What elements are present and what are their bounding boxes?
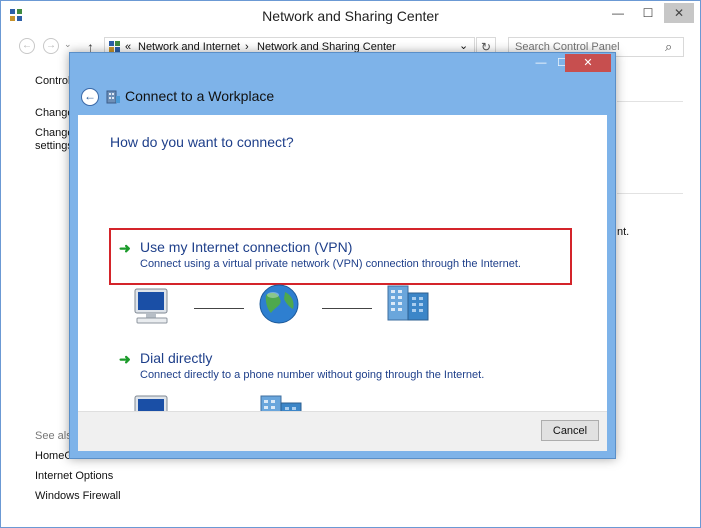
dialog-back-button[interactable]: ←	[81, 88, 99, 106]
green-arrow-icon: ➜	[119, 240, 131, 256]
dialog-prompt: How do you want to connect?	[110, 134, 294, 150]
change-sharing-link[interactable]: Change	[35, 127, 74, 139]
back-button[interactable]: ←	[19, 38, 35, 54]
minimize-button[interactable]: —	[604, 3, 632, 23]
divider	[617, 193, 683, 194]
computer-icon	[134, 288, 168, 324]
address-dropdown-icon[interactable]: ⌄	[459, 39, 468, 52]
connect-workplace-dialog: — ☐ ✕ ← Connect to a Workplace How do yo…	[69, 52, 616, 459]
search-icon[interactable]: ⌕	[665, 39, 672, 55]
outer-titlebar: Network and Sharing Center — ☐ ✕	[1, 1, 700, 31]
connection-line	[194, 308, 244, 309]
change-adapter-link[interactable]: Change	[35, 107, 74, 119]
control-panel-home-link[interactable]: Control	[35, 75, 70, 87]
dialog-footer: Cancel	[78, 411, 607, 451]
change-sharing-link-line2[interactable]: settings	[35, 140, 73, 152]
window-title: Network and Sharing Center	[262, 8, 439, 24]
workplace-icon	[106, 90, 120, 104]
cancel-button[interactable]: Cancel	[541, 420, 599, 441]
close-button[interactable]: ✕	[664, 3, 694, 23]
windows-firewall-link[interactable]: Windows Firewall	[35, 490, 121, 502]
dial-option-title[interactable]: Dial directly	[140, 350, 212, 366]
background-truncated-text: nt.	[617, 226, 630, 238]
dial-option-description[interactable]: Connect directly to a phone number witho…	[140, 369, 484, 381]
vpn-option-highlight[interactable]	[109, 228, 572, 285]
internet-options-link[interactable]: Internet Options	[35, 470, 113, 482]
dialog-close-button[interactable]: ✕	[565, 54, 611, 72]
connection-line	[322, 308, 372, 309]
forward-button[interactable]: →	[43, 38, 59, 54]
maximize-button[interactable]: ☐	[634, 3, 662, 23]
globe-icon	[259, 284, 299, 324]
divider	[617, 101, 683, 102]
dialog-title: Connect to a Workplace	[125, 88, 275, 104]
vpn-option-description[interactable]: Connect using a virtual private network …	[140, 258, 521, 270]
green-arrow-icon: ➜	[119, 351, 131, 367]
server-building-icon	[387, 285, 429, 321]
dialog-content: How do you want to connect? ➜ Use my Int…	[78, 115, 607, 431]
vpn-option-title[interactable]: Use my Internet connection (VPN)	[140, 239, 352, 255]
recent-pages-chevron-icon[interactable]: ⌄	[64, 39, 72, 50]
homegroup-link[interactable]: HomeG	[35, 450, 73, 462]
